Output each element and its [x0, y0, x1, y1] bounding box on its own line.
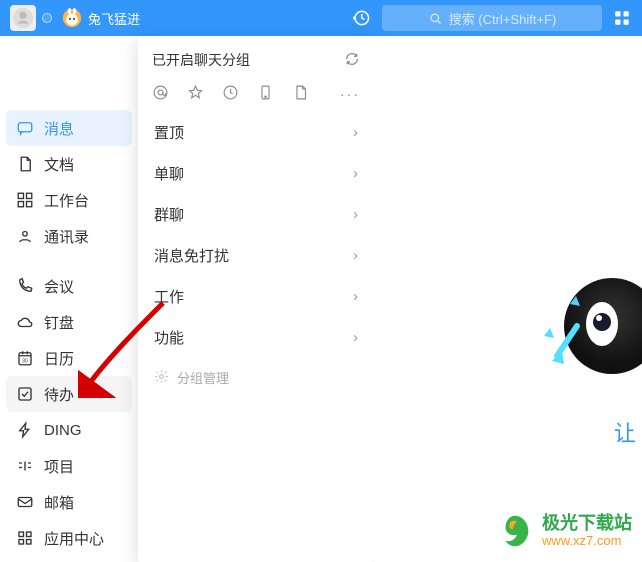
phone-icon	[16, 277, 34, 295]
sidebar-item-workspace[interactable]: 工作台	[6, 182, 132, 218]
sidebar-item-label: 通讯录	[44, 226, 89, 247]
sidebar-item-messages[interactable]: 消息	[6, 110, 132, 146]
sidebar-item-label: 会议	[44, 276, 74, 297]
panel-item-label: 单聊	[154, 163, 184, 184]
chat-group-panel: 已开启聊天分组 ··· 置顶 › 单聊 › 群聊 › 消息免打扰 › 工作	[138, 36, 374, 562]
app-header: 兔飞猛进 搜索 (Ctrl+Shift+F)	[0, 0, 642, 36]
chevron-right-icon: ›	[353, 247, 358, 264]
svg-text:30: 30	[22, 359, 28, 365]
contacts-icon	[16, 227, 34, 245]
calendar-icon: 30	[16, 349, 34, 367]
sidebar-item-label: DING	[44, 422, 82, 439]
panel-footer-label: 分组管理	[177, 368, 229, 387]
sidebar-item-label: 项目	[44, 456, 74, 477]
org-avatar[interactable]	[10, 5, 36, 31]
search-placeholder: 搜索 (Ctrl+Shift+F)	[449, 9, 557, 28]
refresh-icon[interactable]	[344, 51, 360, 70]
sidebar-item-label: 工作台	[44, 190, 89, 211]
sidebar-item-appcenter[interactable]: 应用中心	[6, 520, 132, 556]
grid-icon	[16, 191, 34, 209]
sidebar-item-meeting[interactable]: 会议	[6, 268, 132, 304]
later-icon[interactable]	[222, 84, 239, 104]
document-icon	[16, 155, 34, 173]
at-icon[interactable]	[152, 84, 169, 104]
panel-item-dnd[interactable]: 消息免打扰 ›	[138, 235, 374, 276]
panel-item-work[interactable]: 工作 ›	[138, 276, 374, 317]
lightning-icon	[16, 421, 34, 439]
panel-item-single[interactable]: 单聊 ›	[138, 153, 374, 194]
user-avatar[interactable]	[62, 8, 82, 28]
username[interactable]: 兔飞猛进	[88, 9, 140, 28]
status-dot[interactable]	[42, 13, 52, 23]
chat-icon	[16, 119, 34, 137]
sidebar: 消息 文档 工作台 通讯录 会议 钉盘 30 日历 待办	[0, 36, 138, 562]
panel-header: 已开启聊天分组	[152, 50, 250, 70]
sidebar-item-label: 待办	[44, 384, 74, 405]
panel-item-feature[interactable]: 功能 ›	[138, 317, 374, 358]
sidebar-item-calendar[interactable]: 30 日历	[6, 340, 132, 376]
file-icon[interactable]	[292, 84, 309, 104]
sidebar-item-label: 邮箱	[44, 492, 74, 513]
panel-item-label: 群聊	[154, 204, 184, 225]
chevron-right-icon: ›	[353, 288, 358, 305]
sidebar-item-label: 日历	[44, 348, 74, 369]
search-input[interactable]: 搜索 (Ctrl+Shift+F)	[382, 5, 602, 31]
watermark: 极光下载站 www.xz7.com	[496, 512, 632, 550]
star-icon[interactable]	[187, 84, 204, 104]
sidebar-item-label: 钉盘	[44, 312, 74, 333]
panel-item-label: 消息免打扰	[154, 245, 229, 266]
check-icon	[16, 385, 34, 403]
sidebar-item-label: 应用中心	[44, 528, 104, 549]
sidebar-item-label: 文档	[44, 154, 74, 175]
mobile-icon[interactable]	[257, 84, 274, 104]
sidebar-item-contacts[interactable]: 通讯录	[6, 218, 132, 254]
apps-small-icon	[16, 529, 34, 547]
mascot-icon	[542, 266, 642, 386]
sidebar-item-ding[interactable]: DING	[6, 412, 132, 448]
panel-item-group[interactable]: 群聊 ›	[138, 194, 374, 235]
chevron-right-icon: ›	[353, 124, 358, 141]
sidebar-item-docs[interactable]: 文档	[6, 146, 132, 182]
more-icon[interactable]: ···	[340, 86, 360, 102]
history-icon[interactable]	[350, 7, 372, 29]
panel-manage[interactable]: 分组管理	[138, 358, 374, 393]
mail-icon	[16, 493, 34, 511]
sidebar-item-todo[interactable]: 待办	[6, 376, 132, 412]
cloud-icon	[16, 313, 34, 331]
sidebar-item-project[interactable]: 项目	[6, 448, 132, 484]
watermark-text: 极光下载站	[542, 514, 632, 534]
sidebar-item-mail[interactable]: 邮箱	[6, 484, 132, 520]
chevron-right-icon: ›	[353, 165, 358, 182]
sidebar-item-drive[interactable]: 钉盘	[6, 304, 132, 340]
panel-item-label: 置顶	[154, 122, 184, 143]
profile-block[interactable]	[6, 42, 132, 104]
main-content: 让	[374, 36, 642, 562]
watermark-logo-icon	[496, 512, 534, 550]
tagline: 让	[614, 416, 636, 448]
project-icon	[16, 457, 34, 475]
panel-item-label: 功能	[154, 327, 184, 348]
panel-item-label: 工作	[154, 286, 184, 307]
apps-icon[interactable]	[612, 8, 632, 28]
sidebar-item-label: 消息	[44, 118, 74, 139]
chevron-right-icon: ›	[353, 329, 358, 346]
chevron-right-icon: ›	[353, 206, 358, 223]
gear-icon	[154, 369, 169, 387]
watermark-url: www.xz7.com	[542, 534, 632, 548]
panel-item-pinned[interactable]: 置顶 ›	[138, 112, 374, 153]
